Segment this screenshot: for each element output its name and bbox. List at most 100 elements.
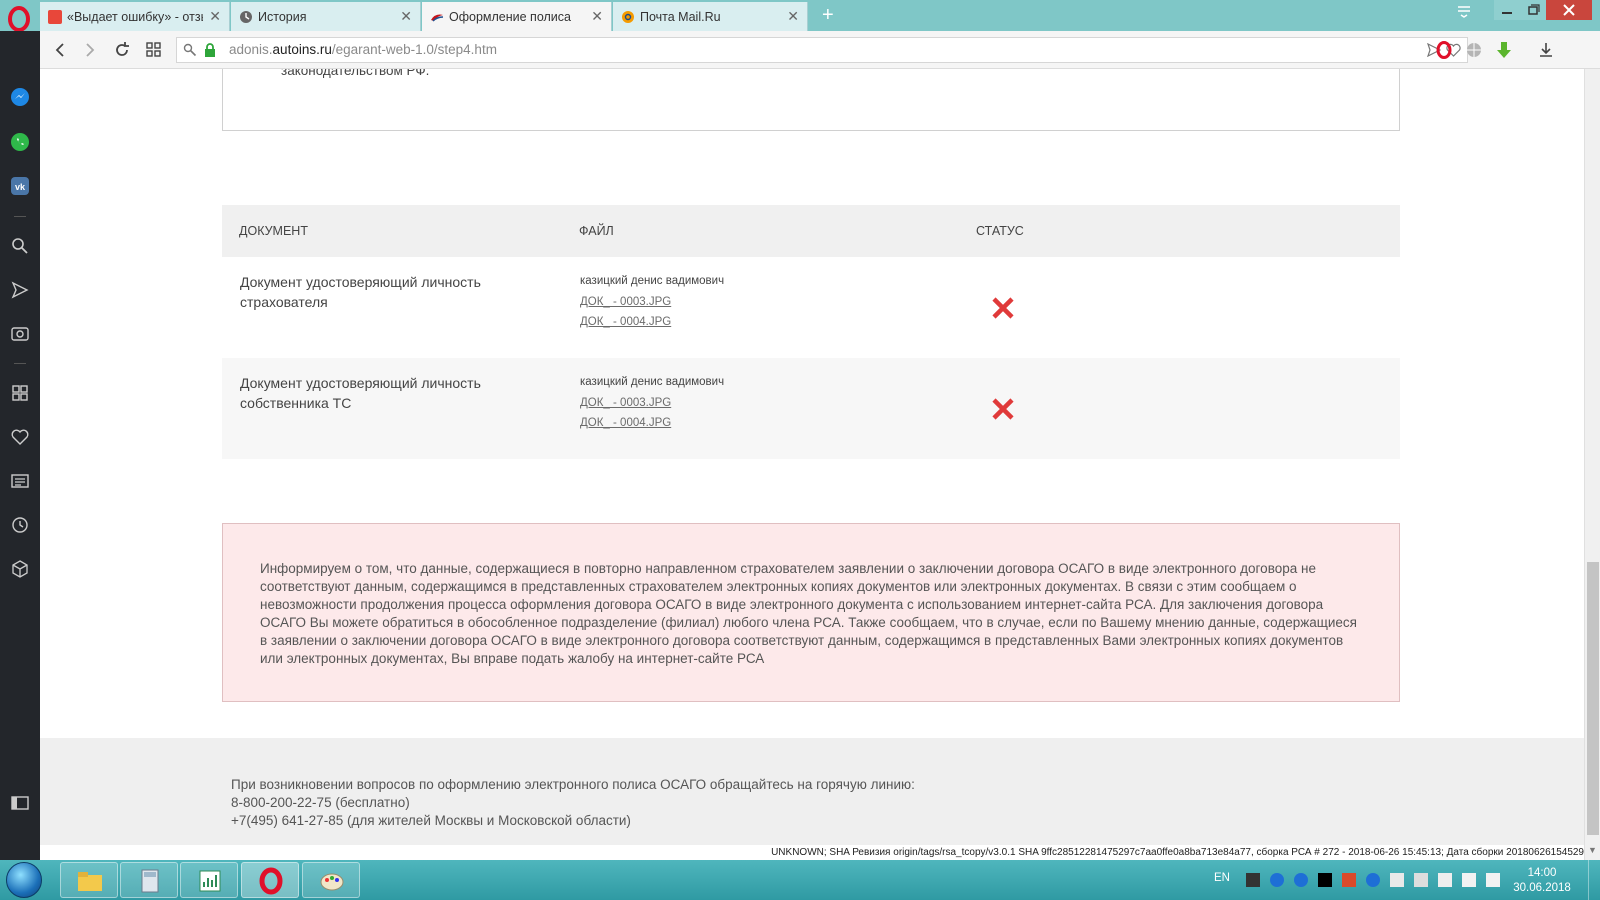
header-status: СТАТУС xyxy=(976,224,1024,238)
red-cross-icon xyxy=(992,398,1014,420)
bluetooth-icon[interactable] xyxy=(1270,873,1284,887)
start-button[interactable] xyxy=(6,862,42,898)
file-link[interactable]: ДОК_ - 0004.JPG xyxy=(580,312,724,333)
url-field[interactable]: adonis.autoins.ru/egarant-web-1.0/step4.… xyxy=(176,37,1468,63)
messenger-icon[interactable] xyxy=(10,87,30,107)
autoins-logo-icon xyxy=(431,14,444,22)
network-signal-icon[interactable] xyxy=(1486,873,1500,887)
download-master-icon[interactable] xyxy=(1494,40,1514,60)
tray-app-icon[interactable] xyxy=(1318,873,1332,887)
alert-text: Информируем о том, что данные, содержащи… xyxy=(260,561,1357,666)
sidebar-toggle-icon[interactable] xyxy=(10,793,30,813)
info-box-text: законодательством РФ. xyxy=(281,69,430,78)
mailru-icon xyxy=(622,10,634,23)
search-icon[interactable] xyxy=(10,236,30,256)
whatsapp-icon[interactable] xyxy=(10,132,30,152)
restore-button[interactable] xyxy=(1520,0,1546,20)
tray-app-icon[interactable] xyxy=(1246,873,1260,887)
taskbar-explorer[interactable] xyxy=(60,862,118,898)
address-toolbar: adonis.autoins.ru/egarant-web-1.0/step4.… xyxy=(40,31,1600,69)
new-tab-button[interactable]: + xyxy=(822,4,834,27)
volume-icon[interactable] xyxy=(1462,873,1476,887)
scroll-down-arrow-icon[interactable]: ▼ xyxy=(1588,845,1597,855)
file-list: казицкий денис вадимович ДОК_ - 0003.JPG… xyxy=(580,271,724,333)
hotline-info: При возникновении вопросов по оформлению… xyxy=(231,776,915,830)
system-clock[interactable]: 14:00 30.06.2018 xyxy=(1512,866,1572,896)
page-footer: При возникновении вопросов по оформлению… xyxy=(40,738,1584,860)
key-icon[interactable] xyxy=(183,43,197,57)
snapshot-camera-icon[interactable] xyxy=(10,323,30,343)
show-desktop-button[interactable] xyxy=(1588,860,1600,900)
usb-icon[interactable] xyxy=(1438,873,1452,887)
file-owner: казицкий денис вадимович xyxy=(580,376,725,388)
back-icon[interactable] xyxy=(50,40,70,60)
tab-mailru[interactable]: Почта Mail.Ru ✕ xyxy=(613,2,808,31)
taskbar-paint[interactable] xyxy=(302,862,360,898)
bluetooth-icon[interactable] xyxy=(1366,873,1380,887)
reload-icon[interactable] xyxy=(112,40,132,60)
sidebar-divider xyxy=(14,216,26,217)
tab-irecommend[interactable]: «Выдает ошибку» - отзыв ✕ xyxy=(40,2,230,31)
opera-sidebar: vk xyxy=(0,31,40,860)
hotline-intro: При возникновении вопросов по оформлению… xyxy=(231,777,915,792)
opera-icon xyxy=(259,867,283,895)
file-link[interactable]: ДОК_ - 0003.JPG xyxy=(580,393,724,414)
flow-send-icon[interactable] xyxy=(10,280,30,300)
downloads-icon[interactable] xyxy=(1536,40,1556,60)
history-clock-icon xyxy=(240,10,252,23)
error-alert: Информируем о том, что данные, содержащи… xyxy=(222,523,1400,702)
taskbar-calculator[interactable] xyxy=(120,862,178,898)
extensions-cube-icon[interactable] xyxy=(10,559,30,579)
speed-dial-icon[interactable] xyxy=(144,40,164,60)
header-file: ФАЙЛ xyxy=(579,224,614,238)
document-name: Документ удостоверяющий личность собстве… xyxy=(240,375,481,411)
speed-dial-icon[interactable] xyxy=(10,383,30,403)
sync-icon[interactable] xyxy=(1390,873,1404,887)
irecommend-icon xyxy=(48,9,62,24)
documents-table: ДОКУМЕНТ ФАЙЛ СТАТУС Документ удостоверя… xyxy=(222,205,1400,459)
vertical-scrollbar[interactable]: ▼ xyxy=(1584,69,1600,860)
info-box-top: законодательством РФ. xyxy=(222,69,1400,131)
close-icon[interactable]: ✕ xyxy=(400,8,412,25)
clock-date: 30.06.2018 xyxy=(1513,882,1571,894)
url-path: /egarant-web-1.0/step4.htm xyxy=(331,42,497,57)
url-domain-prefix: adonis. xyxy=(229,42,273,57)
close-icon[interactable]: ✕ xyxy=(591,8,603,25)
history-clock-icon[interactable] xyxy=(10,515,30,535)
vpn-globe-icon[interactable] xyxy=(1464,40,1484,60)
bookmarks-heart-icon[interactable] xyxy=(10,427,30,447)
sidebar-divider xyxy=(14,363,26,364)
file-owner: казицкий денис вадимович xyxy=(580,275,725,287)
tab-menu-icon[interactable] xyxy=(1456,4,1472,18)
tab-history[interactable]: История ✕ xyxy=(231,2,421,31)
folder-icon xyxy=(78,872,102,891)
file-link[interactable]: ДОК_ - 0003.JPG xyxy=(580,292,724,313)
lock-icon[interactable] xyxy=(203,42,217,58)
taskbar-opera[interactable] xyxy=(241,862,299,898)
url-domain: autoins.ru xyxy=(272,42,332,57)
bluetooth-icon[interactable] xyxy=(1294,873,1308,887)
forward-icon[interactable] xyxy=(80,40,100,60)
minimize-button[interactable] xyxy=(1494,0,1520,20)
paint-palette-icon xyxy=(320,873,344,891)
tray-app-icon[interactable] xyxy=(1414,873,1428,887)
close-icon[interactable]: ✕ xyxy=(209,8,221,25)
scrollbar-thumb[interactable] xyxy=(1587,562,1599,835)
chart-app-icon xyxy=(199,870,221,892)
file-link[interactable]: ДОК_ - 0004.JPG xyxy=(580,413,724,434)
tray-app-icon[interactable] xyxy=(1342,873,1356,887)
opera-menu-icon[interactable] xyxy=(6,6,32,32)
hotline-moscow-phone: +7(495) 641-27-85 (для жителей Москвы и … xyxy=(231,813,631,828)
taskbar-spreadsheet[interactable] xyxy=(180,862,238,898)
close-window-button[interactable] xyxy=(1546,0,1592,20)
news-icon[interactable] xyxy=(10,471,30,491)
page-content: законодательством РФ. ДОКУМЕНТ ФАЙЛ СТАТ… xyxy=(40,69,1584,860)
vk-icon[interactable]: vk xyxy=(10,176,30,196)
red-cross-icon xyxy=(992,297,1014,319)
hotline-free-phone: 8-800-200-22-75 (бесплатно) xyxy=(231,795,410,810)
opera-adblock-icon[interactable] xyxy=(1434,40,1454,60)
tab-policy[interactable]: Оформление полиса ✕ xyxy=(422,2,612,31)
table-row: Документ удостоверяющий личность собстве… xyxy=(222,358,1400,459)
language-indicator[interactable]: EN xyxy=(1214,872,1230,900)
close-icon[interactable]: ✕ xyxy=(787,8,799,25)
